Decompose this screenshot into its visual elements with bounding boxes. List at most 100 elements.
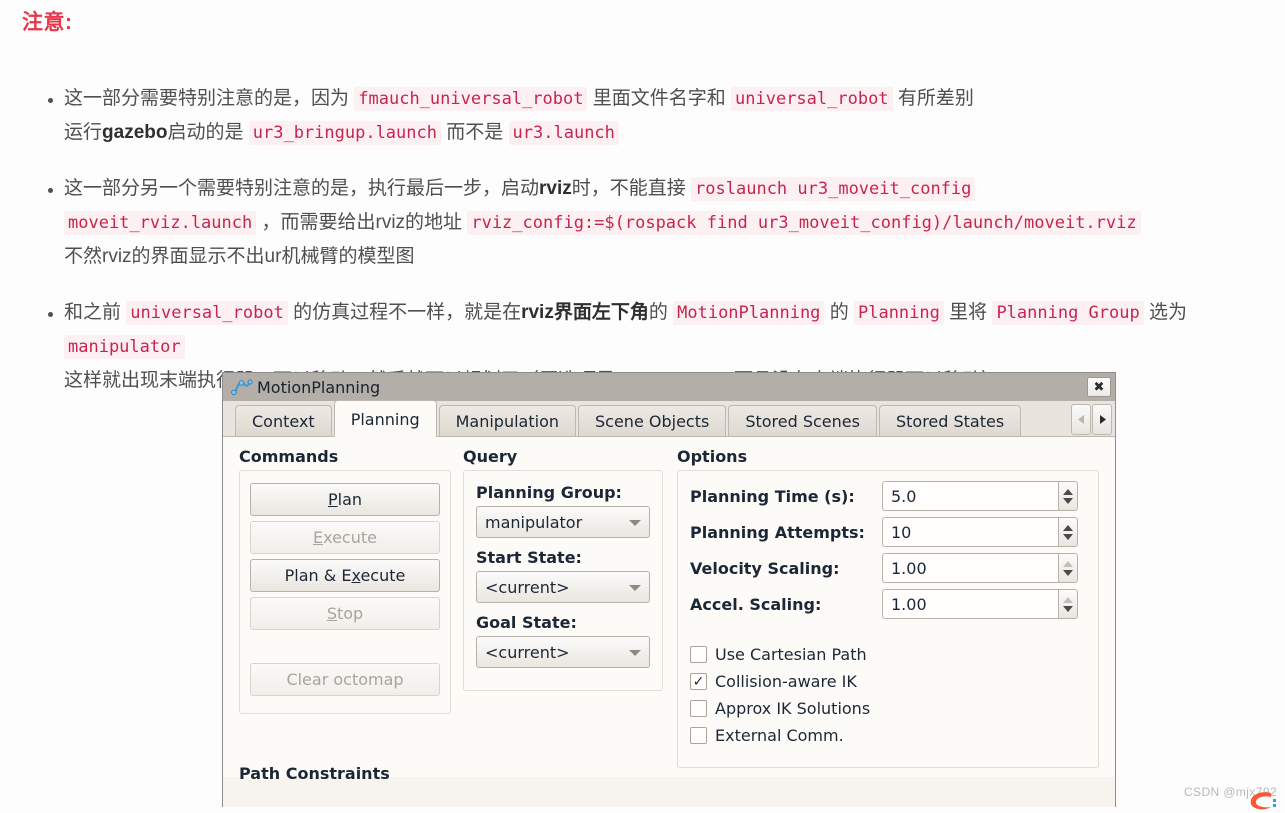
bullet-1-line-1: 这一部分需要特别注意的是，因为 fmauch_universal_robot 里…: [64, 82, 1285, 116]
dialog-title: MotionPlanning: [257, 377, 381, 397]
inline-code: ur3_bringup.launch: [248, 121, 441, 145]
plan-button[interactable]: Plan: [250, 483, 440, 516]
planning-time-s-stepper-buttons: [1058, 481, 1078, 511]
external-comm-checkbox-row[interactable]: External Comm.: [690, 726, 1086, 745]
stop-button: Stop: [250, 597, 440, 630]
stepper-up-icon[interactable]: [1063, 596, 1073, 603]
tab-scroll-left-button[interactable]: [1071, 404, 1091, 435]
bold-text: rviz界面左下角: [521, 302, 649, 323]
bullet-1: 这一部分需要特别注意的是，因为 fmauch_universal_robot 里…: [0, 82, 1285, 150]
bullet-2-line-2: moveit_rviz.launch ，而需要给出rviz的地址 rviz_co…: [64, 206, 1285, 240]
external-comm-checkbox[interactable]: [690, 727, 707, 744]
options-section: Options Planning Time (s): 5.0 Planning At…: [677, 447, 1099, 777]
planning-time-s-input[interactable]: 5.0: [882, 481, 1058, 511]
accel-scaling-input[interactable]: 1.00: [882, 589, 1058, 619]
tab-context[interactable]: Context: [235, 405, 332, 436]
planning-group-dropdown[interactable]: manipulator: [476, 506, 650, 538]
velocity-scaling-row: Velocity Scaling: 1.00: [690, 553, 1086, 583]
stepper-down-icon[interactable]: [1063, 533, 1073, 540]
bullet-3-line-1: 和之前 universal_robot 的仿真过程不一样，就是在rviz界面左下…: [64, 296, 1285, 330]
use-cartesian-path-checkbox[interactable]: [690, 646, 707, 663]
planning-attempts-stepper[interactable]: 10: [882, 517, 1078, 547]
tab-bar: Context Planning Manipulation Scene Objects…: [223, 400, 1115, 437]
use-cartesian-path-label: Use Cartesian Path: [715, 645, 867, 664]
mnemonic-char: P: [327, 490, 338, 509]
text-run: 而不是: [440, 122, 509, 143]
query-groupbox: Planning Group: manipulator Start State: <c…: [463, 470, 663, 691]
text-run: ，而需要给出rviz的地址: [256, 212, 468, 233]
stepper-up-icon[interactable]: [1063, 488, 1073, 495]
accel-scaling-stepper-buttons: [1058, 589, 1078, 619]
commands-groupbox: Plan Execute Plan & Execute Stop Clear octom…: [239, 470, 451, 714]
bullet-3-line-2: manipulator: [64, 330, 1285, 364]
planning-group-value: manipulator: [485, 512, 583, 532]
path-constraints-label: Path Constraints: [239, 764, 390, 783]
text-run: 的: [648, 302, 674, 323]
approx-ik-solutions-label: Approx IK Solutions: [715, 699, 871, 718]
tab-label: Stored Scenes: [745, 411, 860, 431]
tab-planning[interactable]: Planning: [333, 400, 437, 437]
planning-attempts-row: Planning Attempts: 10: [690, 517, 1086, 547]
bullet-2-line-3: 不然rviz的界面显示不出ur机械臂的模型图: [64, 240, 1285, 274]
inline-code: ur3.launch: [508, 121, 619, 145]
text-run: 这一部分另一个需要特别注意的是，执行最后一步，启动: [64, 178, 540, 199]
stepper-down-icon[interactable]: [1063, 569, 1073, 576]
close-icon[interactable]: ✖: [1087, 377, 1111, 397]
velocity-scaling-input[interactable]: 1.00: [882, 553, 1058, 583]
planning-time-s-stepper[interactable]: 5.0: [882, 481, 1078, 511]
planning-group-label: Planning Group:: [476, 483, 622, 502]
velocity-scaling-label: Velocity Scaling:: [690, 558, 840, 578]
chevron-right-icon: [1099, 415, 1106, 424]
stepper-up-icon[interactable]: [1063, 524, 1073, 531]
chevron-down-icon: [629, 650, 641, 656]
approx-ik-solutions-checkbox[interactable]: [690, 700, 707, 717]
stepper-down-icon[interactable]: [1063, 605, 1073, 612]
tab-scroll-right-button[interactable]: [1092, 404, 1112, 435]
text-run: 里将: [943, 302, 993, 323]
bullet-2: 这一部分另一个需要特别注意的是，执行最后一步，启动rviz时，不能直接 rosl…: [0, 172, 1285, 274]
start-state-dropdown[interactable]: <current>: [476, 571, 650, 603]
bullet-1-line-2: 运行gazebo启动的是 ur3_bringup.launch 而不是 ur3.…: [64, 116, 1285, 150]
tab-stored-states[interactable]: Stored States: [878, 405, 1022, 436]
article-body: 注意: 这一部分需要特别注意的是，因为 fmauch_universal_rob…: [0, 0, 1285, 398]
options-spacer: [690, 625, 1086, 637]
tab-scene-objects[interactable]: Scene Objects: [578, 405, 727, 436]
tab-manipulation[interactable]: Manipulation: [438, 405, 576, 436]
stepper-up-icon[interactable]: [1063, 560, 1073, 567]
accel-scaling-stepper[interactable]: 1.00: [882, 589, 1078, 619]
velocity-scaling-stepper-buttons: [1058, 553, 1078, 583]
tab-label: Planning: [350, 409, 420, 429]
dialog-titlebar[interactable]: MotionPlanning ✖: [223, 373, 1115, 401]
text-run: 和之前: [64, 302, 127, 323]
tab-scrollers: [1071, 404, 1112, 435]
planning-attempts-input[interactable]: 10: [882, 517, 1058, 547]
inline-code: rviz_config:=$(rospack find ur3_moveit_c…: [467, 211, 1141, 235]
inline-code: universal_robot: [731, 87, 893, 111]
chevron-left-icon: [1077, 415, 1084, 424]
collision-aware-ik-label: Collision-aware IK: [715, 672, 857, 691]
planning-attempts-label: Planning Attempts:: [690, 522, 865, 542]
velocity-scaling-stepper[interactable]: 1.00: [882, 553, 1078, 583]
accel-scaling-label: Accel. Scaling:: [690, 594, 822, 614]
text-run: 时，不能直接: [571, 178, 692, 199]
stepper-down-icon[interactable]: [1063, 497, 1073, 504]
query-section: Query Planning Group: manipulator Start St…: [463, 447, 663, 777]
approx-ik-solutions-checkbox-row[interactable]: Approx IK Solutions: [690, 699, 1086, 718]
motion-trajectory-icon: [231, 379, 253, 396]
planning-attempts-stepper-buttons: [1058, 517, 1078, 547]
goal-state-value: <current>: [485, 642, 570, 662]
tab-stored-scenes[interactable]: Stored Scenes: [728, 405, 877, 436]
bold-text: rviz: [539, 178, 572, 199]
text-run: 的: [824, 302, 854, 323]
collision-aware-ik-checkbox[interactable]: ✓: [690, 673, 707, 690]
inline-code: manipulator: [64, 335, 185, 359]
plan-execute-button[interactable]: Plan & Execute: [250, 559, 440, 592]
goal-state-dropdown[interactable]: <current>: [476, 636, 650, 668]
collision-aware-ik-checkbox-row[interactable]: ✓ Collision-aware IK: [690, 672, 1086, 691]
inline-code: roslaunch ur3_moveit_config: [691, 177, 976, 201]
csdn-logo-icon: [1250, 792, 1276, 810]
note-title: 注意:: [22, 11, 73, 34]
text-run: 选为: [1143, 302, 1188, 323]
text-run: 启动的是: [167, 122, 249, 143]
use-cartesian-path-checkbox-row[interactable]: Use Cartesian Path: [690, 645, 1086, 664]
